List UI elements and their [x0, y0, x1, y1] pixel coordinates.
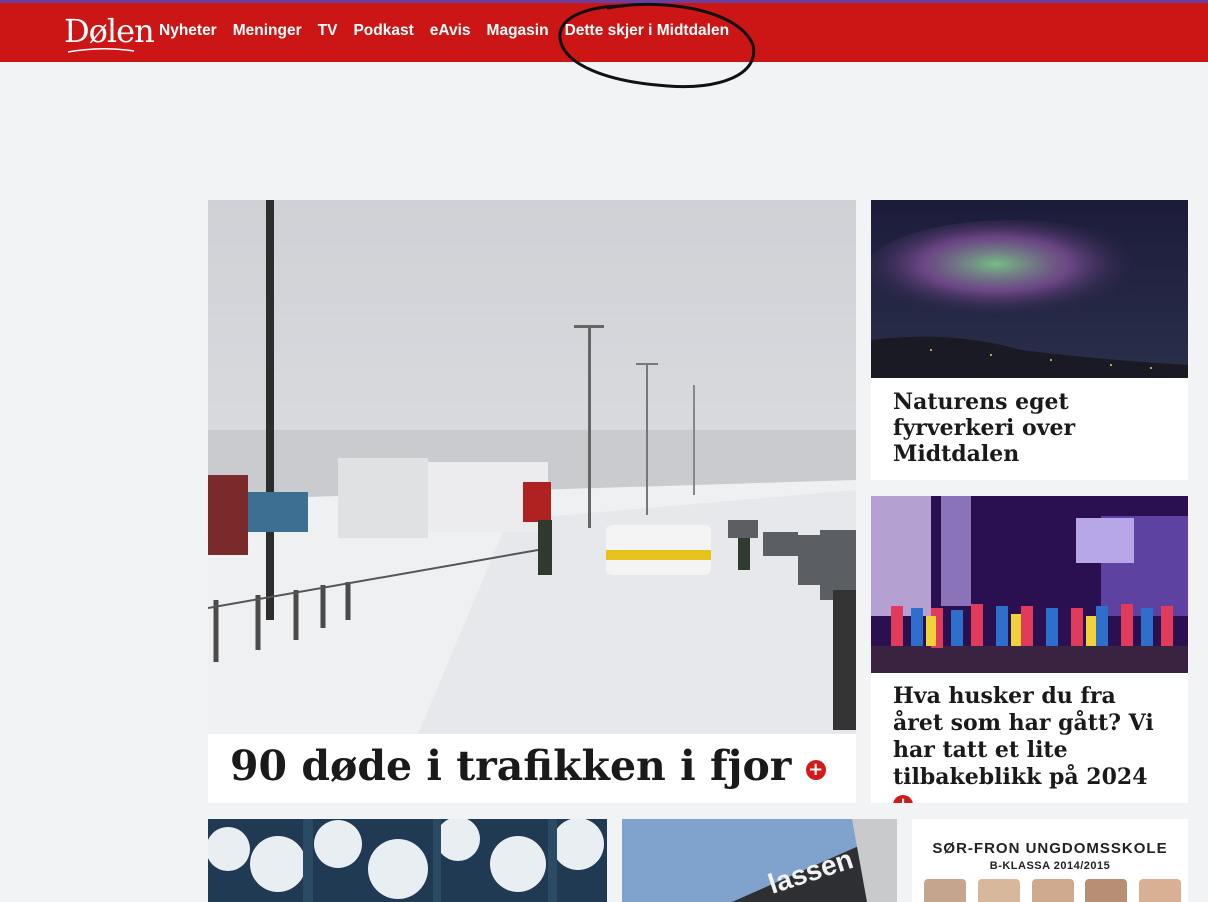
logo-swoosh-icon: [67, 47, 135, 53]
store-building-photo: lassen: [622, 819, 897, 902]
snow-traffic-accident-photo[interactable]: [208, 200, 856, 734]
headline-text: Hva husker du fra året som har gått? Vi …: [893, 683, 1154, 790]
bottom-teaser-2[interactable]: lassen: [622, 819, 897, 902]
class-photo-title: SØR-FRON UNGDOMSSKOLE: [932, 840, 1168, 857]
side-story-1-headline[interactable]: Naturens eget fyrverkeri over Midtdalen: [893, 389, 1143, 467]
nav-item-magasin[interactable]: Magasin: [487, 22, 549, 40]
site-logo[interactable]: Dølen: [64, 12, 155, 50]
school-choir-stage-photo[interactable]: [871, 496, 1188, 673]
nav-item-eavis[interactable]: eAvis: [430, 22, 471, 40]
bottom-teaser-1[interactable]: [208, 819, 607, 902]
nav-item-nyheter[interactable]: Nyheter: [159, 22, 217, 40]
class-photo-subtitle: B-KLASSA 2014/2015: [989, 860, 1111, 872]
side-story-card-review[interactable]: Hva husker du fra året som har gått? Vi …: [871, 496, 1188, 803]
nav-item-podkast[interactable]: Podkast: [353, 22, 413, 40]
student-portrait: [1085, 879, 1127, 902]
main-nav: Nyheter Meninger TV Podkast eAvis Magasi…: [159, 22, 745, 40]
side-story-card-aurora[interactable]: Naturens eget fyrverkeri over Midtdalen: [871, 200, 1188, 480]
side-story-2-headline[interactable]: Hva husker du fra året som har gått? Vi …: [893, 683, 1168, 803]
nav-item-dette-skjer[interactable]: Dette skjer i Midtdalen: [565, 22, 730, 40]
student-portrait: [978, 879, 1020, 902]
student-portrait: [1139, 879, 1181, 902]
site-header: Dølen Nyheter Meninger TV Podkast eAvis …: [0, 3, 1208, 62]
northern-lights-photo[interactable]: [871, 200, 1188, 378]
nav-item-tv[interactable]: TV: [318, 22, 338, 40]
main-story-card[interactable]: 90 døde i trafikken i fjor +: [208, 200, 856, 803]
plus-badge-icon: +: [805, 759, 826, 780]
main-story-headline[interactable]: 90 døde i trafikken i fjor +: [230, 742, 826, 790]
student-portrait: [1032, 879, 1074, 902]
plus-badge-icon: +: [893, 795, 913, 803]
nav-item-meninger[interactable]: Meninger: [233, 22, 302, 40]
student-portrait: [924, 879, 966, 902]
bottom-teaser-3[interactable]: SØR-FRON UNGDOMSSKOLE B-KLASSA 2014/2015: [912, 819, 1188, 902]
snowy-forest-photo: [208, 819, 607, 902]
headline-text: 90 døde i trafikken i fjor: [230, 742, 792, 790]
